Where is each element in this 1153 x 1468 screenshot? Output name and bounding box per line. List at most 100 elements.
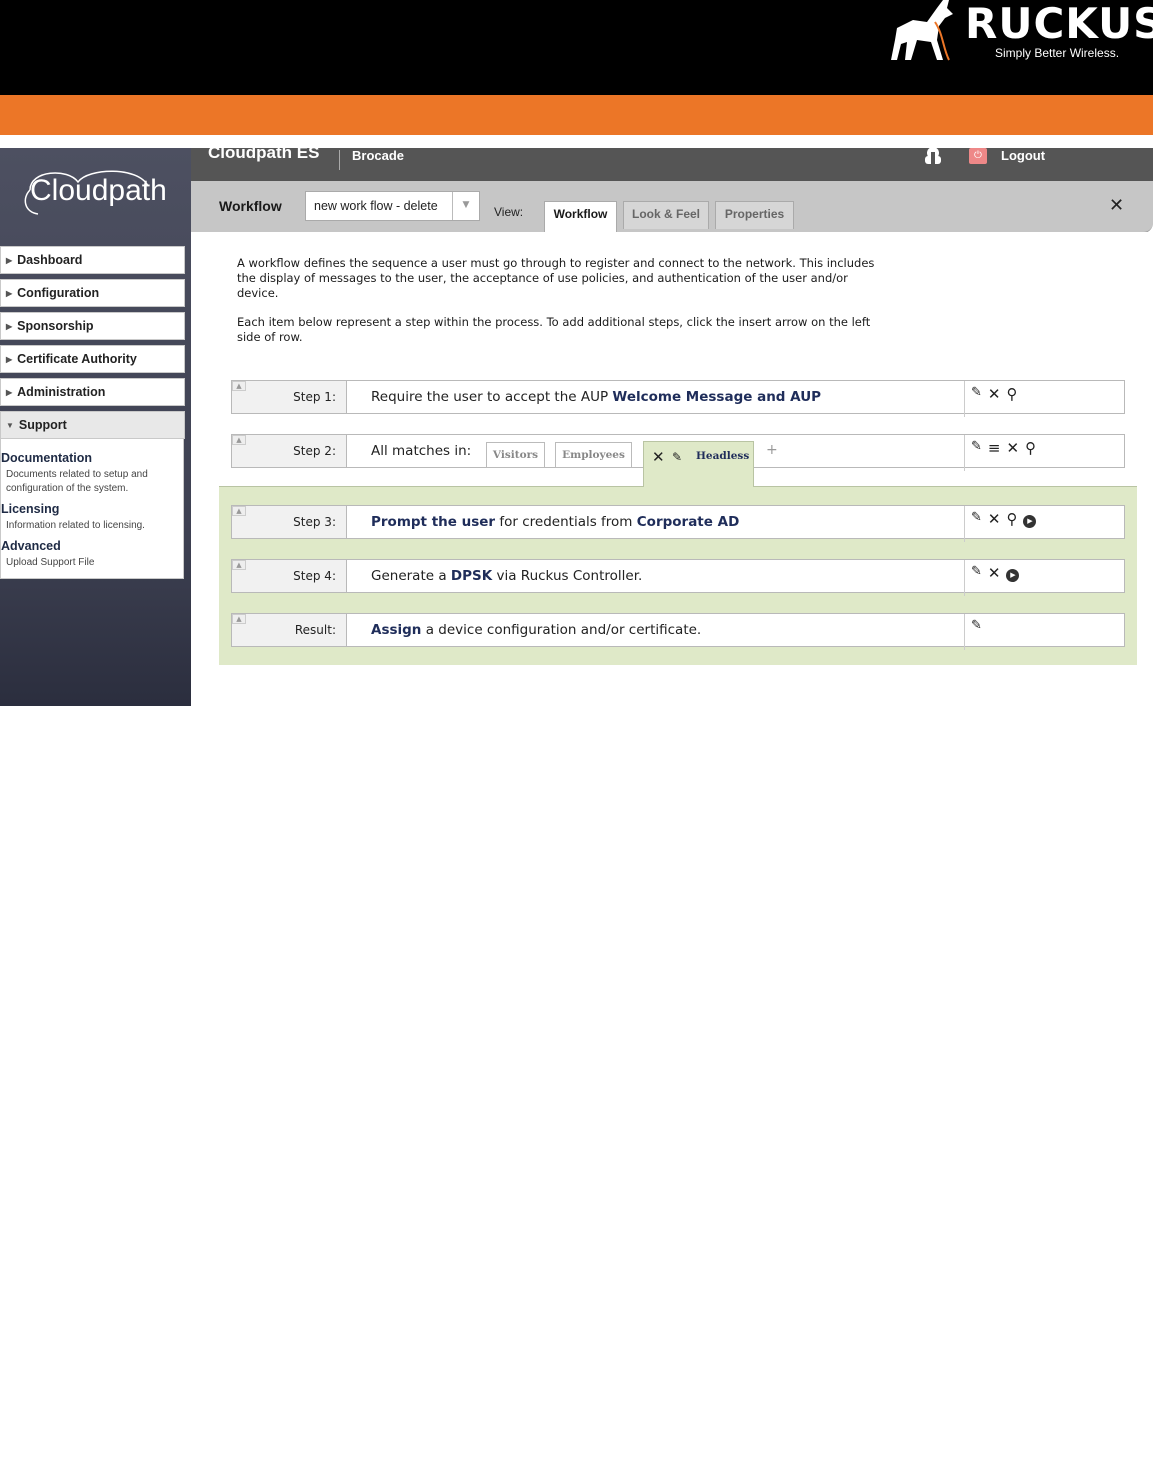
workflow-select[interactable]: new work flow - delete ▼ [305, 191, 480, 221]
step-link[interactable]: Welcome Message and AUP [612, 389, 821, 405]
product-title: Cloudpath ES [208, 143, 320, 162]
sidebar: Cloudpath ▶ Dashboard ▶ Configuration ▶ … [0, 148, 191, 706]
workflow-step-2[interactable]: Step 2: ▲ All matches in: Visitors Emplo… [231, 434, 1125, 487]
orange-band [0, 95, 1153, 135]
workflow-result[interactable]: Result: ▲ Assign a device configuration … [231, 613, 1125, 650]
step-description: Require the user to accept the AUP Welco… [371, 381, 821, 413]
sidebar-item-sponsorship[interactable]: ▶ Sponsorship [0, 312, 185, 340]
organization-name: Brocade [352, 148, 405, 163]
dog-icon [891, 0, 953, 61]
step-text: a device configuration and/or certificat… [421, 622, 702, 638]
delete-icon[interactable]: ✕ [1006, 439, 1019, 457]
match-label: Headless [696, 450, 750, 462]
chevron-right-icon: ▶ [6, 288, 13, 298]
step-text: Require the user to accept the AUP [371, 389, 613, 405]
match-employees[interactable]: Employees [555, 442, 632, 468]
chevron-right-icon: ▶ [6, 321, 13, 331]
chevron-down-icon: ▼ [6, 420, 14, 430]
sidebar-item-administration[interactable]: ▶ Administration [0, 378, 185, 406]
list-icon[interactable]: ≡ [988, 439, 1001, 457]
logout-link[interactable]: Logout [1001, 148, 1045, 163]
chevron-right-icon: ▶ [6, 354, 13, 364]
workflow-toolbar: Workflow new work flow - delete ▼ View: … [191, 181, 1153, 233]
workflow-instructions: Each item below represent a step within … [237, 315, 871, 344]
support-link-licensing[interactable]: Licensing [1, 502, 183, 516]
step-actions: ✎ ✕ ⚲ [964, 381, 1017, 417]
play-icon[interactable]: ▶ [1006, 569, 1020, 582]
step-description: All matches in: [371, 443, 472, 459]
match-visitors[interactable]: Visitors [486, 442, 545, 468]
step-description: Assign a device configuration and/or cer… [371, 614, 701, 646]
play-icon[interactable]: ▶ [1023, 515, 1037, 528]
step-label: Step 4: [232, 560, 347, 592]
delete-icon[interactable]: ✕ [652, 448, 665, 466]
delete-icon[interactable]: ✕ [988, 564, 1001, 582]
cloudpath-logo-text: Cloudpath [30, 174, 167, 207]
brand-tagline: Simply Better Wireless. [995, 46, 1120, 60]
step-link[interactable]: DPSK [451, 568, 492, 584]
step-actions: ✎ ≡ ✕ ⚲ [964, 435, 1036, 471]
insert-arrow-icon[interactable]: ▲ [232, 435, 246, 445]
sidebar-item-dashboard[interactable]: ▶ Dashboard [0, 246, 185, 274]
sidebar-item-support[interactable]: ▼ Support [0, 411, 185, 439]
sidebar-item-label: Administration [17, 385, 106, 399]
workflow-content: A workflow defines the sequence a user m… [191, 232, 1153, 706]
add-match-icon[interactable]: + [766, 442, 778, 458]
step-label: Step 1: [232, 381, 347, 413]
close-icon[interactable]: ✕ [1109, 195, 1124, 216]
tab-properties[interactable]: Properties [715, 201, 794, 229]
step-link[interactable]: Assign [371, 622, 421, 638]
workflow-select-value: new work flow - delete [314, 199, 438, 213]
chevron-down-icon[interactable]: ▼ [452, 192, 479, 220]
insert-arrow-icon[interactable]: ▲ [232, 614, 246, 624]
app-topbar: Cloudpath ES Brocade ⏻ Logout [191, 143, 1153, 181]
step-link[interactable]: Corporate AD [637, 514, 740, 530]
divider [339, 150, 340, 170]
sidebar-item-certificate-authority[interactable]: ▶ Certificate Authority [0, 345, 185, 373]
user-icon[interactable] [922, 148, 944, 164]
step-label: Step 2: [232, 435, 347, 467]
power-icon[interactable]: ⏻ [969, 148, 987, 164]
tab-look-and-feel[interactable]: Look & Feel [623, 201, 709, 229]
step-actions: ✎ ✕ ⚲ ▶ [964, 506, 1037, 542]
step-description: Prompt the user for credentials from Cor… [371, 506, 739, 538]
sidebar-item-label: Support [18, 418, 67, 432]
chevron-right-icon: ▶ [6, 255, 13, 265]
sidebar-item-configuration[interactable]: ▶ Configuration [0, 279, 185, 307]
upload-support-file-link[interactable]: Upload Support File [1, 556, 183, 570]
support-submenu: Documentation Documents related to setup… [0, 439, 184, 579]
edit-icon[interactable]: ✎ [971, 564, 982, 579]
delete-icon[interactable]: ✕ [988, 510, 1001, 528]
view-label: View: [494, 205, 524, 219]
sidebar-nav: ▶ Dashboard ▶ Configuration ▶ Sponsorshi… [0, 246, 185, 579]
edit-icon[interactable]: ✎ [971, 618, 982, 633]
sidebar-item-label: Certificate Authority [17, 352, 137, 366]
sidebar-item-label: Sponsorship [17, 319, 94, 333]
delete-icon[interactable]: ✕ [988, 385, 1001, 403]
support-link-documentation[interactable]: Documentation [1, 451, 183, 465]
sidebar-item-label: Dashboard [17, 253, 83, 267]
chevron-right-icon: ▶ [6, 387, 13, 397]
workflow-step-4[interactable]: Step 4: ▲ Generate a DPSK via Ruckus Con… [231, 559, 1125, 596]
edit-icon[interactable]: ✎ [672, 450, 682, 464]
search-icon[interactable]: ⚲ [1025, 439, 1036, 457]
workflow-step-1[interactable]: Step 1: ▲ Require the user to accept the… [231, 380, 1125, 417]
edit-icon[interactable]: ✎ [971, 385, 982, 400]
workflow-step-3[interactable]: Step 3: ▲ Prompt the user for credential… [231, 505, 1125, 542]
edit-icon[interactable]: ✎ [971, 439, 982, 454]
insert-arrow-icon[interactable]: ▲ [232, 560, 246, 570]
insert-arrow-icon[interactable]: ▲ [232, 506, 246, 516]
support-link-advanced[interactable]: Advanced [1, 539, 183, 553]
insert-arrow-icon[interactable]: ▲ [232, 381, 246, 391]
edit-icon[interactable]: ✎ [971, 510, 982, 525]
ruckus-logo: RUCKUS Simply Better Wireless. [887, 0, 1153, 70]
app-window: Cloudpath ▶ Dashboard ▶ Configuration ▶ … [0, 143, 1153, 706]
step-actions: ✎ ✕ ▶ [964, 560, 1020, 596]
workflow-label: Workflow [219, 198, 282, 214]
search-icon[interactable]: ⚲ [1006, 385, 1017, 403]
support-link-desc: Documents related to setup and configura… [6, 469, 148, 494]
tab-workflow[interactable]: Workflow [544, 201, 617, 232]
step-link[interactable]: Prompt the user [371, 514, 495, 530]
search-icon[interactable]: ⚲ [1006, 510, 1017, 528]
match-headless[interactable]: ✕ ✎ Headless [643, 441, 754, 487]
